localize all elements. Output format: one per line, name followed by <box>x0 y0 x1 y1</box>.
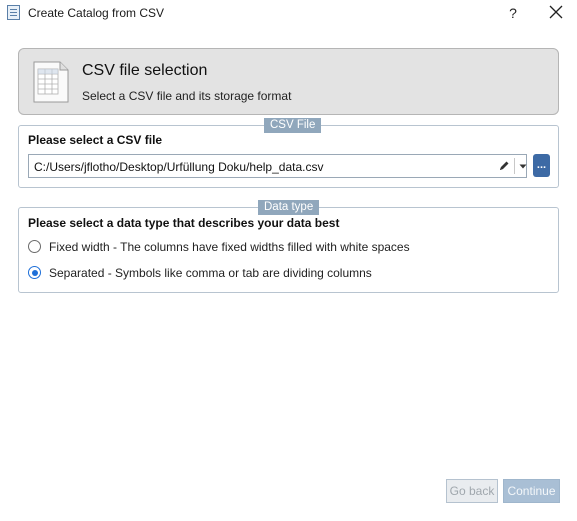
csv-document-icon <box>33 61 69 103</box>
close-icon <box>549 5 563 19</box>
title-bar: Create Catalog from CSV ? <box>0 0 577 27</box>
data-type-heading: Please select a data type that describes… <box>28 216 340 230</box>
combobox-divider <box>514 158 515 174</box>
fixed-width-option[interactable]: Fixed width - The columns have fixed wid… <box>28 239 448 257</box>
csv-file-heading: Please select a CSV file <box>28 133 163 147</box>
separated-radio[interactable] <box>28 266 41 279</box>
browse-button[interactable]: ... <box>533 154 550 177</box>
pencil-icon[interactable] <box>498 160 510 172</box>
separated-option[interactable]: Separated - Symbols like comma or tab ar… <box>28 265 448 283</box>
csv-path-combobox[interactable]: C:/Users/jflotho/Desktop/Urfüllung Doku/… <box>28 154 527 178</box>
fixed-width-radio[interactable] <box>28 240 41 253</box>
separated-label[interactable]: Separated - Symbols like comma or tab ar… <box>49 266 372 280</box>
data-type-group-tag: Data type <box>258 200 320 215</box>
window-title: Create Catalog from CSV <box>28 6 165 20</box>
csv-file-group-tag: CSV File <box>264 118 322 133</box>
header-panel: CSV file selection Select a CSV file and… <box>18 48 559 115</box>
close-button[interactable] <box>545 3 567 23</box>
app-icon <box>7 5 20 20</box>
chevron-down-icon[interactable] <box>517 160 529 172</box>
fixed-width-label[interactable]: Fixed width - The columns have fixed wid… <box>49 240 410 254</box>
header-subtitle: Select a CSV file and its storage format <box>82 89 292 103</box>
csv-path-value: C:/Users/jflotho/Desktop/Urfüllung Doku/… <box>34 160 324 174</box>
continue-button[interactable]: Continue <box>503 479 560 503</box>
help-button[interactable]: ? <box>503 3 523 23</box>
go-back-button[interactable]: Go back <box>446 479 498 503</box>
header-title: CSV file selection <box>82 62 208 79</box>
